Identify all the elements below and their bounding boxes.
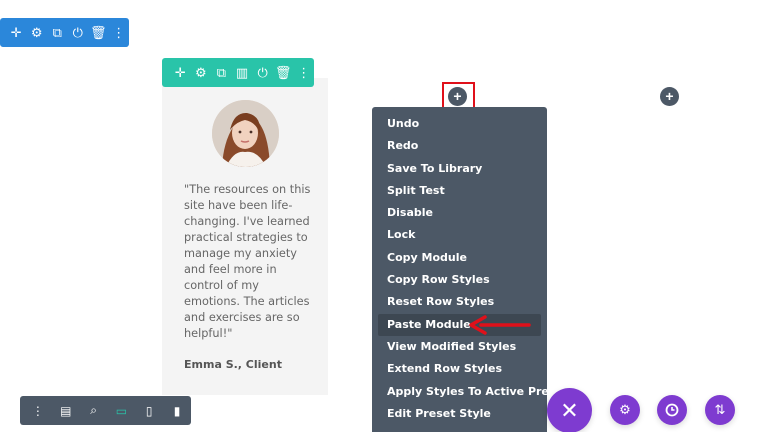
testimonial-card: "The resources on this site have been li… [162, 78, 328, 395]
menu-item-lock[interactable]: Lock [372, 224, 547, 246]
settings-button[interactable]: ⚙ [610, 395, 640, 425]
trash-icon[interactable]: 🗑 [273, 59, 294, 87]
zoom-icon[interactable]: ⌕ [80, 397, 108, 425]
columns-icon[interactable]: ▥ [232, 59, 253, 87]
move-icon[interactable]: ✛ [6, 19, 27, 47]
menu-item-edit-preset-style[interactable]: Edit Preset Style [372, 403, 547, 425]
tablet-icon[interactable]: ▯ [135, 397, 163, 425]
bottom-toolbar: ⋮ ▤ ⌕ ▭ ▯ ▮ [20, 396, 191, 425]
history-icon [665, 403, 679, 417]
menu-item-copy-module[interactable]: Copy Module [372, 247, 547, 269]
section-toolbar: ✛ ⚙ ⧉ ⏻ 🗑 ⋮ [0, 18, 129, 47]
more-icon[interactable]: ⋮ [24, 397, 52, 425]
menu-item-view-modified-styles[interactable]: View Modified Styles [372, 336, 547, 358]
menu-item-undo[interactable]: Undo [372, 113, 547, 135]
add-module-button-2[interactable]: + [660, 87, 679, 106]
more-icon[interactable]: ⋮ [109, 19, 130, 47]
avatar [212, 100, 279, 167]
history-button[interactable] [657, 395, 687, 425]
annotation-arrow-icon [469, 315, 531, 335]
close-button[interactable]: ✕ [547, 388, 592, 432]
menu-item-copy-row-styles[interactable]: Copy Row Styles [372, 269, 547, 291]
menu-item-apply-styles-to-active-preset[interactable]: Apply Styles To Active Preset [372, 381, 568, 403]
gear-icon: ⚙ [619, 402, 631, 417]
menu-item-reset-row-styles[interactable]: Reset Row Styles [372, 291, 547, 313]
power-icon[interactable]: ⏻ [252, 59, 273, 87]
menu-item-split-test[interactable]: Split Test [372, 180, 547, 202]
desktop-icon[interactable]: ▭ [107, 397, 135, 425]
phone-icon[interactable]: ▮ [163, 397, 191, 425]
sort-button[interactable]: ⇅ [705, 395, 735, 425]
sort-icon: ⇅ [714, 402, 726, 417]
gear-icon[interactable]: ⚙ [191, 59, 212, 87]
testimonial-author: Emma S., Client [184, 358, 282, 371]
more-icon[interactable]: ⋮ [293, 59, 314, 87]
menu-item-disable[interactable]: Disable [372, 202, 547, 224]
duplicate-icon[interactable]: ⧉ [211, 59, 232, 87]
row-toolbar: ✛ ⚙ ⧉ ▥ ⏻ 🗑 ⋮ [162, 58, 314, 87]
gear-icon[interactable]: ⚙ [27, 19, 48, 47]
menu-item-redo[interactable]: Redo [372, 135, 547, 157]
power-icon[interactable]: ⏻ [68, 19, 89, 47]
menu-item-extend-row-styles[interactable]: Extend Row Styles [372, 358, 547, 380]
testimonial-quote: "The resources on this site have been li… [184, 183, 311, 340]
context-menu: Undo Redo Save To Library Split Test Dis… [372, 107, 568, 432]
menu-item-save-to-library[interactable]: Save To Library [372, 158, 547, 180]
layers-icon[interactable]: ▤ [52, 397, 80, 425]
duplicate-icon[interactable]: ⧉ [47, 19, 68, 47]
trash-icon[interactable]: 🗑 [88, 19, 109, 47]
move-icon[interactable]: ✛ [170, 59, 191, 87]
